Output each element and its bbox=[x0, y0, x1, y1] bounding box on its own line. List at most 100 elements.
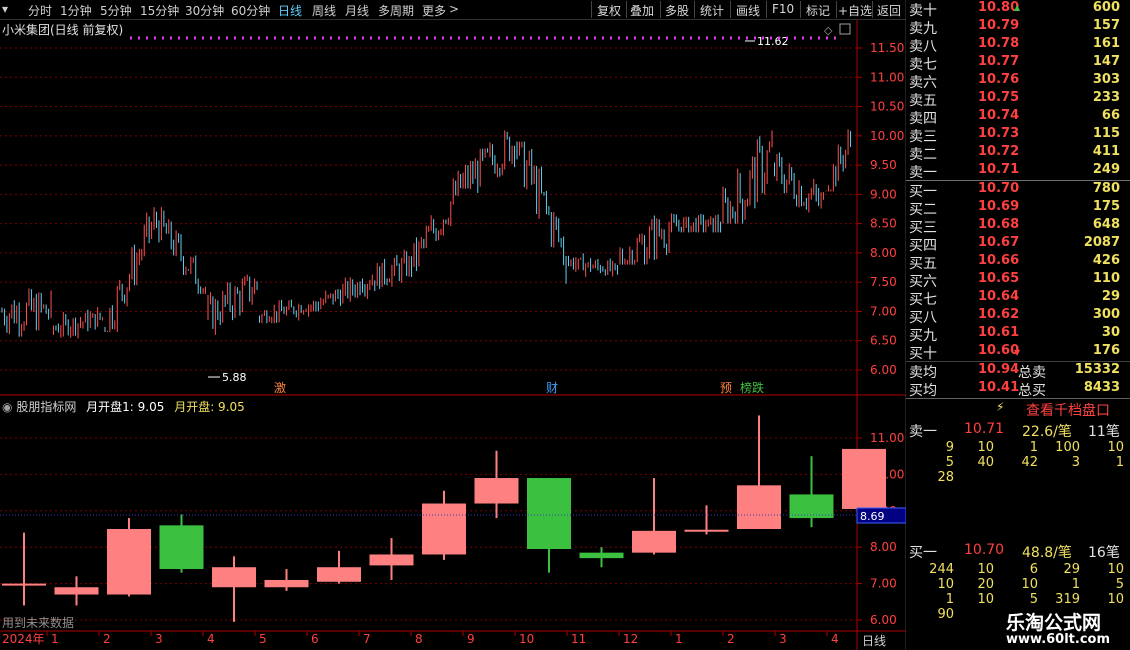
ask-row[interactable]: 卖三 10.73 115 bbox=[906, 126, 1130, 145]
ask-volume: 411 bbox=[1092, 144, 1120, 159]
ask-price: 10.71 bbox=[978, 162, 1020, 177]
ask-row[interactable]: 卖一 10.71 249 bbox=[906, 162, 1130, 181]
bid-queue-cell: 20 bbox=[977, 577, 994, 592]
x-axis-month: 11 bbox=[571, 632, 586, 646]
ask-price: 10.72 bbox=[978, 144, 1020, 159]
ask-queue-cell: 9 bbox=[945, 440, 954, 455]
bid-volume: 648 bbox=[1092, 217, 1120, 232]
bid-volume: 300 bbox=[1092, 307, 1120, 322]
ask-price: 10.80 bbox=[978, 0, 1020, 15]
ask-total-value: 15332 bbox=[1074, 362, 1120, 377]
ask-volume: 233 bbox=[1092, 90, 1120, 105]
ask-row[interactable]: 卖六 10.76 303 bbox=[906, 72, 1130, 91]
bid-row[interactable]: 买四 10.67 2087 bbox=[906, 235, 1130, 254]
bid-total-label: 总买 bbox=[1018, 383, 1046, 399]
ask-row[interactable]: 卖四 10.74 66 bbox=[906, 108, 1130, 127]
y-tick-label: 11.00 bbox=[870, 70, 904, 84]
bid-queue-label: 买一 bbox=[909, 545, 937, 561]
watermark-title: 乐淘公式网 bbox=[1006, 612, 1102, 634]
ask-row[interactable]: 卖八 10.78 161 bbox=[906, 36, 1130, 55]
ask-volume: 115 bbox=[1092, 126, 1120, 141]
bid-row[interactable]: 买八 10.62 300 bbox=[906, 307, 1130, 326]
ask-row[interactable]: 卖七 10.77 147 bbox=[906, 54, 1130, 73]
bid-label: 买九 bbox=[909, 328, 937, 344]
ask-row[interactable]: 卖五 10.75 233 bbox=[906, 90, 1130, 109]
bid-queue-cell: 10 bbox=[1107, 562, 1124, 577]
ask-label: 卖十 bbox=[909, 3, 937, 19]
ask-volume: 66 bbox=[1101, 108, 1120, 123]
ask-volume: 157 bbox=[1092, 18, 1120, 33]
ask-summary-row: 卖均 10.94 总卖 15332 bbox=[906, 362, 1130, 381]
diamond-icon[interactable]: ◇ bbox=[824, 24, 833, 37]
bid-row[interactable]: 买一 10.70 780 bbox=[906, 181, 1130, 200]
view-depth-button[interactable]: 查看千档盘口 bbox=[1026, 400, 1110, 420]
bid-queue-cell: 1 bbox=[945, 592, 954, 607]
y-tick-label: 10.00 bbox=[870, 129, 904, 143]
bid-price: 10.65 bbox=[978, 271, 1020, 286]
monthly-candle bbox=[684, 529, 729, 532]
x-axis-month: 2 bbox=[727, 632, 735, 646]
ask-queue-cell: 3 bbox=[1071, 455, 1080, 470]
y-tick-label: 9.00 bbox=[870, 187, 897, 201]
event-marker[interactable]: 榜跌 bbox=[740, 380, 764, 395]
bid-row[interactable]: 买二 10.69 175 bbox=[906, 199, 1130, 218]
indicator-header: ◉ 股朋指标网 月开盘1: 9.05 月开盘: 9.05 bbox=[2, 398, 245, 415]
event-marker[interactable]: 财 bbox=[546, 381, 558, 395]
indicator-title: 股朋指标网 bbox=[16, 400, 77, 414]
bid-label: 买五 bbox=[909, 256, 937, 272]
monthly-candle bbox=[527, 478, 571, 550]
bid-queue-cell: 319 bbox=[1055, 592, 1080, 607]
bid-queue-cell: 10 bbox=[977, 562, 994, 577]
kline-chart-area[interactable]: 11.50 11.00 10.50 10.00 9.50 9.00 8.50 8.00 7.50… bbox=[0, 0, 906, 650]
ask-queue-cell: 28 bbox=[937, 470, 954, 485]
window-toggle-icon[interactable] bbox=[839, 23, 851, 35]
bid-queue-cell: 6 bbox=[1029, 562, 1038, 577]
bid-price: 10.67 bbox=[978, 235, 1020, 250]
ask-queue-cell: 1 bbox=[1115, 455, 1124, 470]
bid-queue-cell: 29 bbox=[1063, 562, 1080, 577]
ask-queue-cell: 5 bbox=[945, 455, 954, 470]
order-book: 卖十 10.80 600 卖九 10.79 157 卖八 10.78 161 卖七 10.77 147… bbox=[906, 0, 1130, 399]
ask-label: 卖三 bbox=[909, 129, 937, 145]
ask-label: 卖八 bbox=[909, 39, 937, 55]
monthly-candle bbox=[264, 579, 309, 588]
y-tick-label: 9.50 bbox=[870, 158, 897, 172]
bid-row[interactable]: 买六 10.65 110 bbox=[906, 271, 1130, 290]
bid-row[interactable]: 买七 10.64 29 bbox=[906, 289, 1130, 308]
y-tick-label: 6.00 bbox=[870, 363, 897, 377]
bid-total-value: 8433 bbox=[1083, 380, 1120, 395]
ask-queue-header: 卖一 10.71 22.6/笔 11笔 bbox=[906, 421, 1130, 440]
event-marker[interactable]: 激 bbox=[274, 381, 286, 395]
bid-row[interactable]: 买三 10.68 648 bbox=[906, 217, 1130, 236]
bid-avg-price: 10.41 bbox=[978, 380, 1020, 395]
y-tick-label: 6.50 bbox=[870, 334, 897, 348]
ask-queue-cell: 10 bbox=[977, 440, 994, 455]
ask-row[interactable]: 卖二 10.72 411 bbox=[906, 144, 1130, 163]
ask-price: 10.73 bbox=[978, 126, 1020, 141]
bid-row[interactable]: 买九 10.61 30 bbox=[906, 325, 1130, 344]
bid-queue-avg: 48.8/笔 bbox=[1022, 545, 1072, 561]
bid-label: 买八 bbox=[909, 310, 937, 326]
collapse-icon[interactable]: ◉ bbox=[2, 400, 12, 414]
ask-queue-count: 11笔 bbox=[1088, 424, 1120, 440]
bid-row[interactable]: 买五 10.66 426 bbox=[906, 253, 1130, 272]
bid-queue-cell: 244 bbox=[929, 562, 954, 577]
x-axis-month: 1 bbox=[51, 632, 59, 646]
monthly-candle bbox=[159, 525, 204, 570]
lightning-icon: ⚡ bbox=[996, 400, 1005, 414]
bid-price: 10.70 bbox=[978, 181, 1020, 196]
event-marker[interactable]: 预 bbox=[720, 381, 732, 395]
monthly-candle bbox=[474, 478, 519, 504]
high-label: 11.62 bbox=[757, 35, 789, 48]
bid-queue-price: 10.70 bbox=[964, 542, 1005, 558]
x-axis-month: 4 bbox=[207, 632, 215, 646]
monthly-candle bbox=[54, 587, 99, 595]
ask-queue-price: 10.71 bbox=[964, 421, 1005, 437]
bid-price: 10.61 bbox=[978, 325, 1020, 340]
ask-volume: 600 bbox=[1092, 0, 1120, 15]
ask-row[interactable]: 卖九 10.79 157 bbox=[906, 18, 1130, 37]
monthly-candle bbox=[212, 567, 256, 588]
period-button[interactable]: 日线 bbox=[862, 632, 902, 649]
x-axis-month: 6 bbox=[311, 632, 319, 646]
ask-queue-cell: 10 bbox=[1107, 440, 1124, 455]
